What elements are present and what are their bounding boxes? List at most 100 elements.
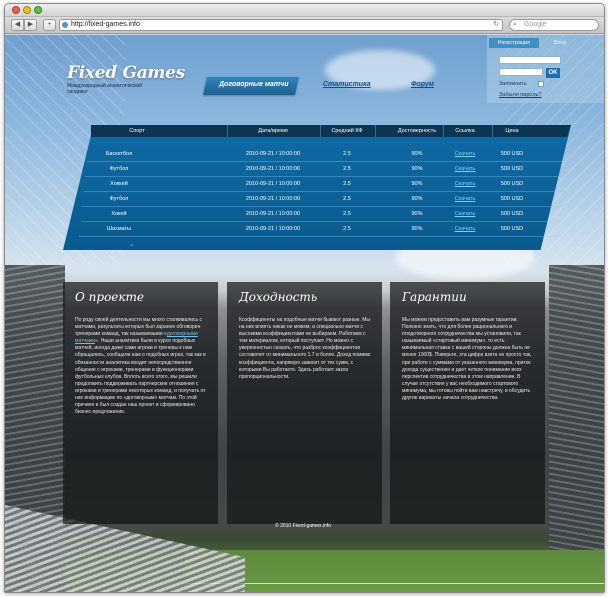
login-ok-button[interactable]: OK: [546, 68, 560, 78]
table-cell: Футбол: [109, 196, 129, 202]
panel-profitability-text: Коэффициенты на подобные матчи бывают ра…: [239, 317, 371, 380]
forward-arrow-icon: ▶: [27, 21, 34, 28]
table-header-cell: Цена: [505, 128, 519, 134]
table-cell: 500 USD: [500, 181, 524, 187]
table-cell: 2010-09-21 / 10:00:00: [245, 166, 301, 172]
table-cell: 2.5: [343, 166, 351, 172]
table-row: Футбол 2010-09-21 / 10:00:00 2.5 90% Скачать…: [82, 192, 564, 207]
browser-toolbar: ◀ ▶ + http://fixed-games.info ↻ ⌕ Google: [5, 17, 604, 34]
nav-item-statistics[interactable]: Статистика: [323, 81, 371, 88]
download-link[interactable]: Скачать: [445, 226, 485, 232]
remember-checkbox[interactable]: [538, 81, 544, 87]
download-link[interactable]: Скачать: [445, 211, 485, 217]
panel-profitability-title: Доходность: [239, 290, 318, 304]
tab-login[interactable]: Вход: [540, 38, 580, 48]
site-tagline: Международный аналитический синдикат: [67, 83, 142, 95]
table-column-divider: [227, 125, 228, 137]
table-cell: 2010-09-21 / 10:00:00: [245, 226, 301, 232]
panel-guarantees-text: Мы можем предоставить вам разумные гаран…: [402, 317, 532, 402]
nav-item-fixed-matches[interactable]: Договорные матчи: [219, 81, 288, 88]
table-row: Хокей 2010-09-21 / 10:00:00 2.5 90% Скачать 5…: [81, 207, 563, 222]
table-cell: 500 USD: [500, 211, 524, 217]
download-link[interactable]: Скачать: [445, 181, 485, 187]
table-column-divider: [492, 125, 493, 137]
add-bookmark-button[interactable]: +: [43, 19, 56, 31]
table-cell: 90%: [411, 226, 423, 232]
table-row: Баскетбол 2010-09-21 / 10:00:00 2.5 90% Скач…: [87, 147, 569, 162]
panel-about-text: По роду своей деятельности мы много стал…: [75, 317, 207, 416]
table-header-cell: Ссылка: [455, 128, 475, 134]
table-column-divider: [443, 125, 444, 137]
back-arrow-icon: ◀: [14, 21, 21, 28]
table-cell: 2.5: [343, 196, 351, 202]
table-cell: 500 USD: [500, 196, 524, 202]
stadium-stand-right: [549, 265, 604, 592]
copyright-text: © 2010 Fixed-games.info: [275, 523, 331, 529]
panel-about-title: О проекте: [75, 290, 145, 304]
browser-window: ◀ ▶ + http://fixed-games.info ↻ ⌕ Google…: [4, 3, 605, 593]
table-cell: 2.5: [343, 181, 351, 187]
table-cell: 500 USD: [500, 226, 524, 232]
table-cell: 2.5: [343, 151, 351, 157]
download-link[interactable]: Скачать: [445, 166, 485, 172]
download-link[interactable]: Скачать: [445, 151, 485, 157]
table-column-divider: [375, 125, 376, 137]
table-cell: Футбол: [109, 166, 129, 172]
table-cell: 2010-09-21 / 10:00:00: [245, 211, 301, 217]
search-icon: ⌕: [513, 21, 517, 28]
forward-button[interactable]: ▶: [24, 19, 37, 31]
table-cell: Баскетбол: [105, 151, 133, 157]
title-bar: [5, 4, 604, 17]
search-field[interactable]: ⌕ Google: [509, 19, 599, 31]
plus-icon: +: [47, 21, 52, 28]
table-header-cell: Средний КФ: [331, 128, 363, 134]
panel-about-text-part: ». Наши аналитики были в курсе подобных …: [75, 338, 206, 416]
table-row: Футбол 2010-09-21 / 10:00:00 2.5 90% Скачать…: [85, 162, 567, 177]
table-cell: 90%: [411, 181, 423, 187]
table-cell: Шахматы: [106, 226, 132, 232]
football-pitch: [185, 550, 604, 592]
forgot-password-link[interactable]: Забыли пароль?: [499, 92, 541, 98]
table-row: Хоккей 2010-09-21 / 10:00:00 2.5 90% Скачать…: [84, 177, 566, 192]
table-cell: 2010-09-21 / 10:00:00: [245, 181, 301, 187]
minimize-window-icon[interactable]: [23, 6, 31, 14]
panel-guarantees: Гарантии Мы можем предоставить вам разум…: [390, 282, 545, 524]
back-button[interactable]: ◀: [11, 19, 24, 31]
close-window-icon[interactable]: [12, 6, 20, 14]
table-cell: 2.5: [343, 211, 351, 217]
globe-icon: [62, 22, 68, 28]
panel-profitability: Доходность Коэффициенты на подобные матч…: [227, 282, 382, 524]
search-placeholder: Google: [524, 21, 547, 28]
nav-item-forum[interactable]: Форум: [411, 81, 434, 88]
reload-icon[interactable]: ↻: [493, 20, 499, 30]
zoom-window-icon[interactable]: [34, 6, 42, 14]
table-cell: 500 USD: [500, 166, 524, 172]
remember-label: Запомнить: [499, 81, 527, 87]
table-header-cell: Дата/время: [258, 128, 288, 134]
tab-register[interactable]: Регистрация: [489, 38, 539, 48]
page-viewport: Fixed Games Международный аналитический …: [5, 35, 604, 592]
login-username-field[interactable]: [499, 56, 561, 64]
table-cell: 2010-09-21 / 10:00:00: [245, 196, 301, 202]
table-cell: Хоккей: [110, 181, 128, 187]
download-link[interactable]: Скачать: [445, 196, 485, 202]
login-password-field[interactable]: [499, 68, 543, 76]
table-cell: 90%: [411, 211, 423, 217]
panel-about: О проекте По роду своей деятельности мы …: [63, 282, 218, 524]
table-cell: 2010-09-21 / 10:00:00: [245, 151, 301, 157]
address-bar[interactable]: http://fixed-games.info ↻: [59, 19, 503, 31]
table-cell: 90%: [411, 196, 423, 202]
table-row: Шахматы 2010-09-21 / 10:00:00 2.5 90% Скачат…: [79, 222, 561, 237]
panel-guarantees-title: Гарантии: [402, 290, 467, 304]
table-cell: 2.5: [343, 226, 351, 232]
site-logo[interactable]: Fixed Games: [67, 63, 185, 83]
table-header-cell: Достоверность: [397, 128, 437, 134]
table-cell: 90%: [411, 151, 423, 157]
chevron-down-icon[interactable]: ⌄: [129, 241, 134, 248]
table-cell: 90%: [411, 166, 423, 172]
table-cell: Хокей: [111, 211, 127, 217]
pitch-line: [185, 583, 604, 584]
table-header-cell: Спорт: [129, 128, 145, 134]
table-column-divider: [320, 125, 321, 137]
table-cell: 500 USD: [500, 151, 524, 157]
